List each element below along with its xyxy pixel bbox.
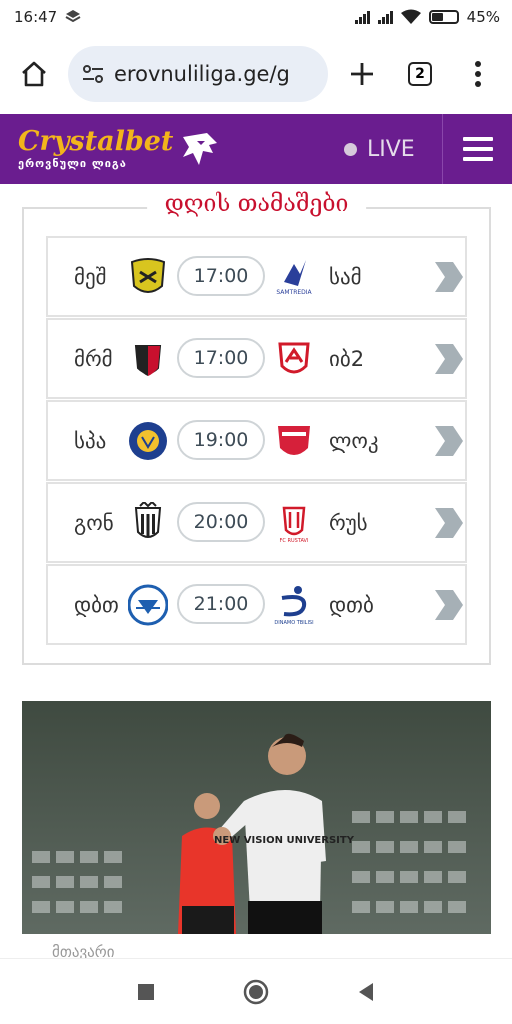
- svg-text:SAMTREDIA: SAMTREDIA: [276, 289, 312, 296]
- chevron-right-icon[interactable]: [431, 588, 465, 622]
- football-player-photo: NEW VISION UNIVERSITY: [22, 701, 491, 934]
- away-team: რუს: [329, 511, 368, 535]
- todays-matches-panel: დღის თამაშები მეშ 17:00 SAMTREDIA სამ მრ…: [22, 191, 491, 665]
- away-team: დთბ: [329, 593, 374, 617]
- more-vertical-icon: [475, 61, 481, 87]
- chevron-right-icon[interactable]: [431, 342, 465, 376]
- system-navigation-bar: [0, 958, 512, 1024]
- live-dot-icon: [344, 142, 357, 156]
- battery-percent: 45%: [466, 8, 500, 26]
- home-team: მრმ: [74, 347, 113, 371]
- rustavi-crest-icon: FC RUSTAVI: [280, 506, 309, 544]
- iberia-crest-icon: [278, 342, 310, 374]
- svg-text:DINAMO TBILISI: DINAMO TBILISI: [274, 620, 313, 626]
- home-button[interactable]: [10, 50, 58, 98]
- tab-count: 2: [408, 62, 432, 86]
- site-menu-button[interactable]: [442, 114, 512, 184]
- status-time: 16:47: [14, 8, 58, 26]
- recents-icon[interactable]: [137, 983, 155, 1001]
- battery-icon: [428, 10, 459, 24]
- match-row[interactable]: მეშ 17:00 SAMTREDIA სამ: [46, 236, 467, 317]
- spaeri-crest-icon: [129, 422, 167, 460]
- live-label: LIVE: [367, 136, 415, 162]
- lion-logo-icon: [183, 133, 218, 165]
- dinamo-tbilisi-crest-icon: DINAMO TBILISI: [274, 586, 314, 626]
- wifi-icon: [400, 9, 421, 24]
- site-header: Crystalbet ეროვნული ლიგა LIVE: [0, 114, 512, 184]
- browser-menu-button[interactable]: [454, 50, 502, 98]
- signal-icon: [354, 10, 370, 24]
- away-team: იბ2: [329, 347, 365, 371]
- browser-toolbar: erovnuliliga.ge/g 2: [0, 34, 512, 114]
- lokomotivi-crest-icon: [278, 426, 310, 455]
- url-text: erovnuliliga.ge/g: [114, 62, 290, 86]
- samtredia-crest-icon: SAMTREDIA: [276, 260, 313, 296]
- home-team: მეშ: [74, 265, 107, 289]
- jersey-sponsor-text: NEW VISION UNIVERSITY: [214, 835, 355, 846]
- dinamo-batumi-crest-icon: [128, 584, 168, 626]
- home-team: გონ: [74, 511, 114, 535]
- hamburger-icon: [462, 137, 493, 161]
- chevron-right-icon[interactable]: [431, 260, 465, 294]
- back-icon[interactable]: [357, 982, 375, 1002]
- merani-crest-icon: [134, 345, 162, 376]
- new-tab-button[interactable]: [338, 50, 386, 98]
- news-photo[interactable]: NEW VISION UNIVERSITY: [22, 701, 491, 934]
- away-team: ლოკ: [329, 429, 379, 453]
- crystalbet-logo[interactable]: Crystalbet ეროვნული ლიგა: [0, 128, 219, 170]
- brand-name: Crystalbet: [18, 126, 174, 157]
- app-notification-icon: [65, 10, 81, 23]
- match-time: 20:00: [177, 502, 265, 542]
- match-list: მეშ 17:00 SAMTREDIA სამ მრმ 17:00 იბ2 სპ…: [46, 236, 467, 646]
- home-icon: [22, 61, 46, 87]
- address-bar[interactable]: erovnuliliga.ge/g: [68, 46, 328, 102]
- plus-icon: [351, 63, 373, 85]
- chevron-right-icon[interactable]: [431, 506, 465, 540]
- match-time: 17:00: [177, 256, 265, 296]
- brand-subtitle: ეროვნული ლიგა: [18, 157, 127, 170]
- home-team: დბთ: [74, 593, 119, 617]
- match-row[interactable]: სპა 19:00 ლოკ: [46, 400, 467, 481]
- away-team: სამ: [329, 265, 362, 289]
- status-bar: 16:47 45%: [0, 0, 512, 34]
- svg-text:FC RUSTAVI: FC RUSTAVI: [280, 538, 309, 544]
- match-row[interactable]: დბთ 21:00 DINAMO TBILISI დთბ: [46, 564, 467, 645]
- tab-switcher-button[interactable]: 2: [396, 50, 444, 98]
- match-time: 17:00: [177, 338, 265, 378]
- meshakhte-crest-icon: [130, 258, 166, 293]
- live-button[interactable]: LIVE: [344, 114, 415, 184]
- match-time: 21:00: [177, 584, 265, 624]
- signal-icon-2: [377, 10, 393, 24]
- site-settings-icon: [83, 65, 103, 83]
- match-time: 19:00: [177, 420, 265, 460]
- home-circle-icon[interactable]: [243, 979, 269, 1005]
- home-team: სპა: [74, 429, 107, 453]
- gonio-crest-icon: [134, 502, 162, 538]
- matches-title: დღის თამაშები: [146, 191, 367, 217]
- match-row[interactable]: გონ 20:00 FC RUSTAVI რუს: [46, 482, 467, 563]
- chevron-right-icon[interactable]: [431, 424, 465, 458]
- match-row[interactable]: მრმ 17:00 იბ2: [46, 318, 467, 399]
